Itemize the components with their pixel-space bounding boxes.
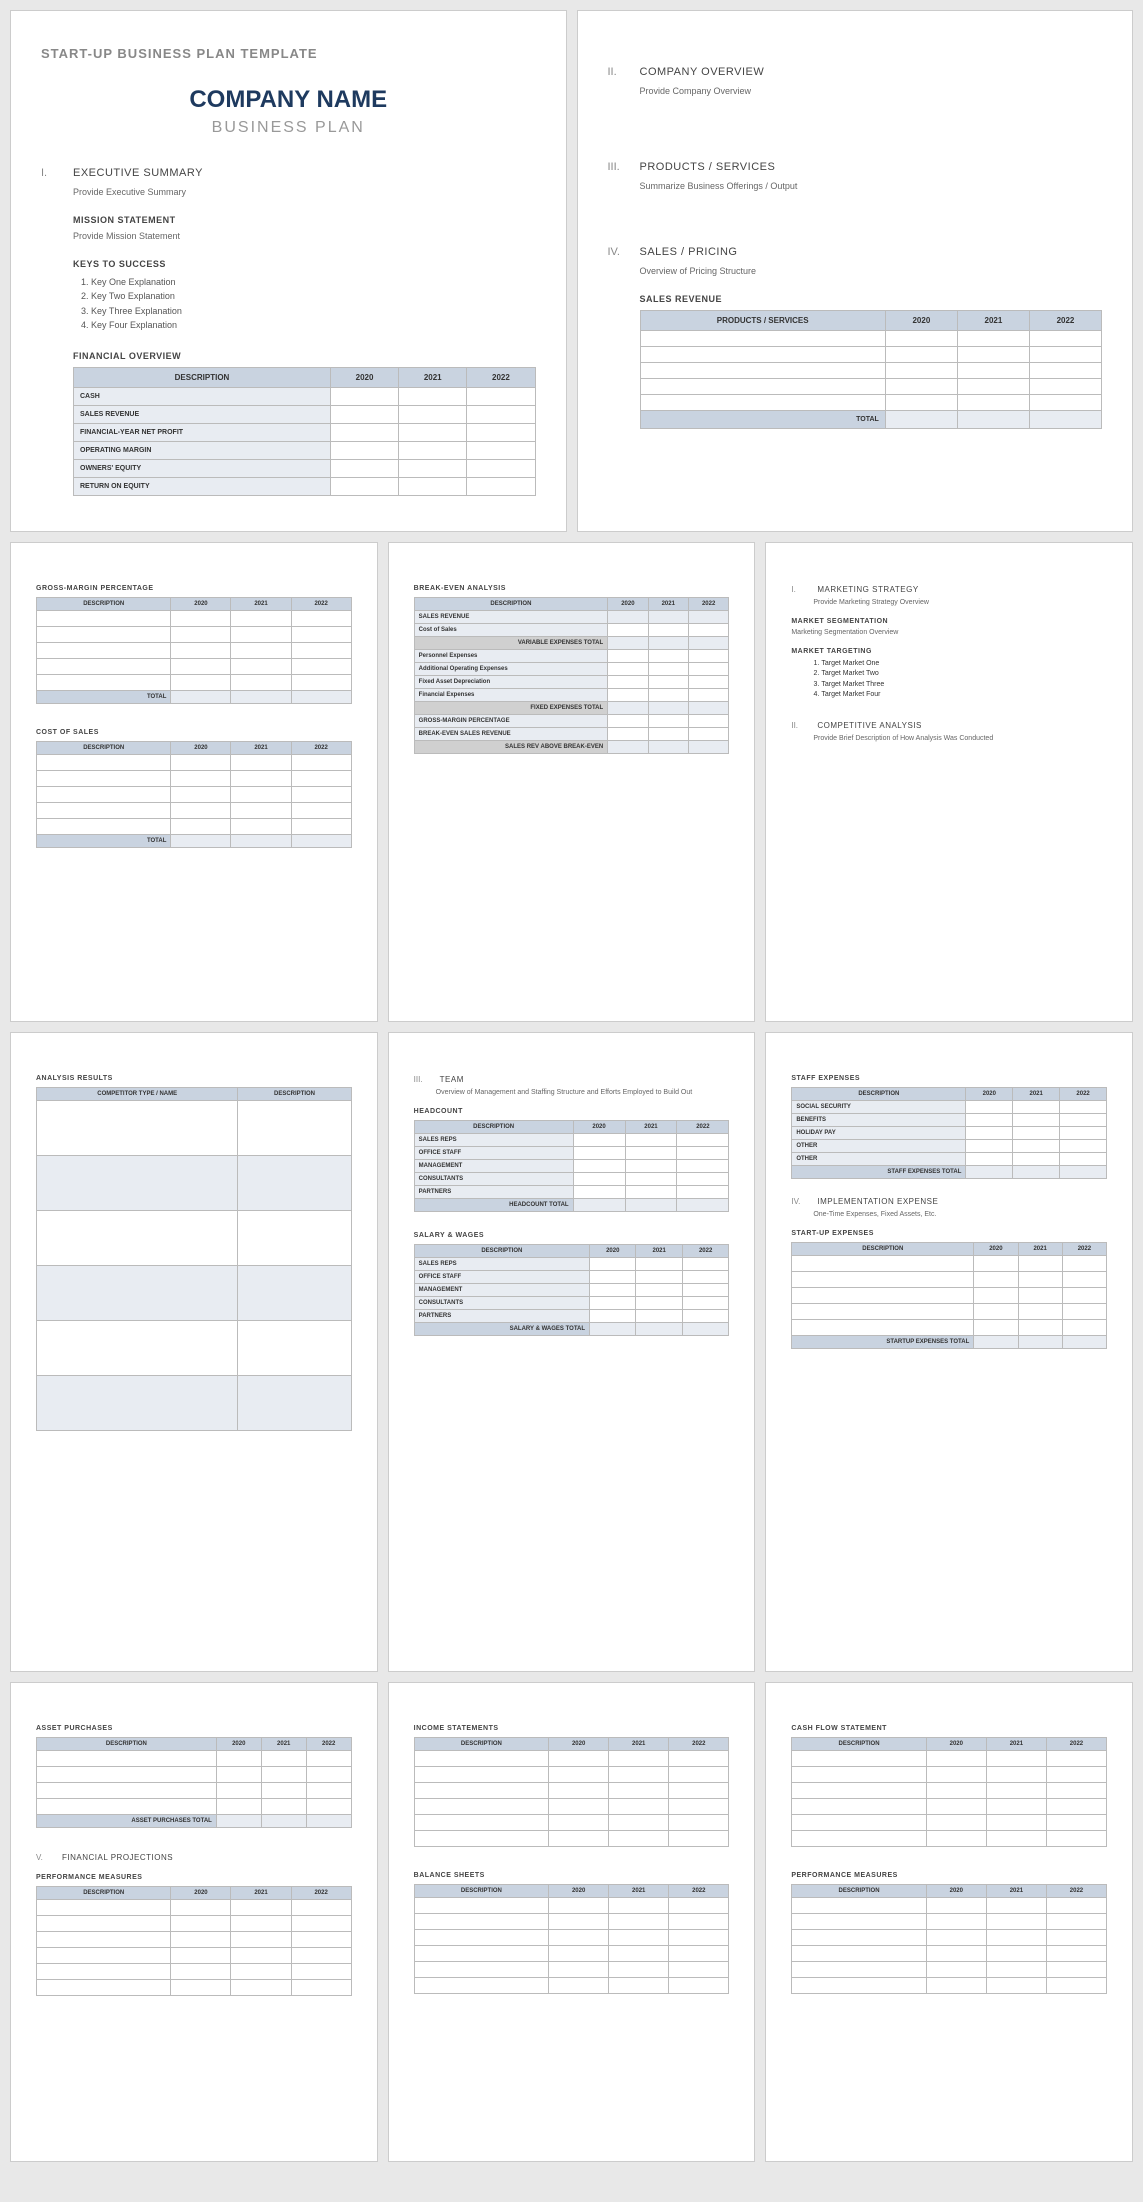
page-4: BREAK-EVEN ANALYSIS DESCRIPTION202020212… — [388, 542, 756, 1022]
page-8: STAFF EXPENSES DESCRIPTION202020212022 S… — [765, 1032, 1133, 1672]
company-name: COMPANY NAME — [41, 86, 536, 114]
section-team: III. TEAM — [414, 1075, 730, 1084]
page-9: ASSET PURCHASES DESCRIPTION202020212022 … — [10, 1682, 378, 2162]
keys-to-success-heading: KEYS TO SUCCESS — [73, 259, 536, 269]
section-executive-summary: I. EXECUTIVE SUMMARY — [41, 167, 536, 179]
page-3: GROSS-MARGIN PERCENTAGE DESCRIPTION20202… — [10, 542, 378, 1022]
mission-statement-heading: MISSION STATEMENT — [73, 215, 536, 225]
cost-sales-table: DESCRIPTION202020212022 TOTAL — [36, 741, 352, 848]
section-competitive-analysis: II. COMPETITIVE ANALYSIS — [791, 721, 1107, 730]
page-10: INCOME STATEMENTS DESCRIPTION20202021202… — [388, 1682, 756, 2162]
page-11: CASH FLOW STATEMENT DESCRIPTION202020212… — [765, 1682, 1133, 2162]
financial-overview-table: DESCRIPTION202020212022 CASH SALES REVEN… — [73, 367, 536, 496]
section-implementation-expense: IV. IMPLEMENTATION EXPENSE — [791, 1197, 1107, 1206]
staff-expenses-table: DESCRIPTION202020212022 SOCIAL SECURITY … — [791, 1087, 1107, 1179]
page-6: ANALYSIS RESULTS COMPETITOR TYPE / NAMED… — [10, 1032, 378, 1672]
target-market-list: Target Market One Target Market Two Targ… — [821, 659, 1107, 701]
page-2: II. COMPANY OVERVIEW Provide Company Ove… — [577, 10, 1134, 532]
template-title: START-UP BUSINESS PLAN TEMPLATE — [41, 46, 536, 61]
perf-measures-table-2: DESCRIPTION202020212022 — [791, 1884, 1107, 1994]
headcount-table: DESCRIPTION202020212022 SALES REPS OFFIC… — [414, 1120, 730, 1212]
balance-sheets-table: DESCRIPTION202020212022 — [414, 1884, 730, 1994]
section-financial-projections: V. FINANCIAL PROJECTIONS — [36, 1853, 352, 1862]
section-sales-pricing: IV. SALES / PRICING — [608, 246, 1103, 258]
page-5: I. MARKETING STRATEGY Provide Marketing … — [765, 542, 1133, 1022]
page-7: III. TEAM Overview of Management and Sta… — [388, 1032, 756, 1672]
keys-list: Key One Explanation Key Two Explanation … — [91, 275, 536, 333]
salary-table: DESCRIPTION202020212022 SALES REPS OFFIC… — [414, 1244, 730, 1336]
sales-revenue-heading: SALES REVENUE — [640, 294, 1103, 304]
section-products-services: III. PRODUCTS / SERVICES — [608, 161, 1103, 173]
asset-purchases-table: DESCRIPTION202020212022 ASSET PURCHASES … — [36, 1737, 352, 1828]
startup-expenses-table: DESCRIPTION202020212022 STARTUP EXPENSES… — [791, 1242, 1107, 1349]
income-statements-table: DESCRIPTION202020212022 — [414, 1737, 730, 1847]
sales-revenue-table: PRODUCTS / SERVICES202020212022 TOTAL — [640, 310, 1103, 429]
financial-overview-heading: FINANCIAL OVERVIEW — [73, 351, 536, 361]
perf-measures-table-1: DESCRIPTION202020212022 — [36, 1886, 352, 1996]
break-even-table: DESCRIPTION202020212022 SALES REVENUE Co… — [414, 597, 730, 754]
section-company-overview: II. COMPANY OVERVIEW — [608, 66, 1103, 78]
business-plan-label: BUSINESS PLAN — [41, 119, 536, 137]
gross-margin-table: DESCRIPTION202020212022 TOTAL — [36, 597, 352, 704]
cashflow-table: DESCRIPTION202020212022 — [791, 1737, 1107, 1847]
section-marketing-strategy: I. MARKETING STRATEGY — [791, 585, 1107, 594]
page-1: START-UP BUSINESS PLAN TEMPLATE COMPANY … — [10, 10, 567, 532]
analysis-results-table: COMPETITOR TYPE / NAMEDESCRIPTION — [36, 1087, 352, 1431]
